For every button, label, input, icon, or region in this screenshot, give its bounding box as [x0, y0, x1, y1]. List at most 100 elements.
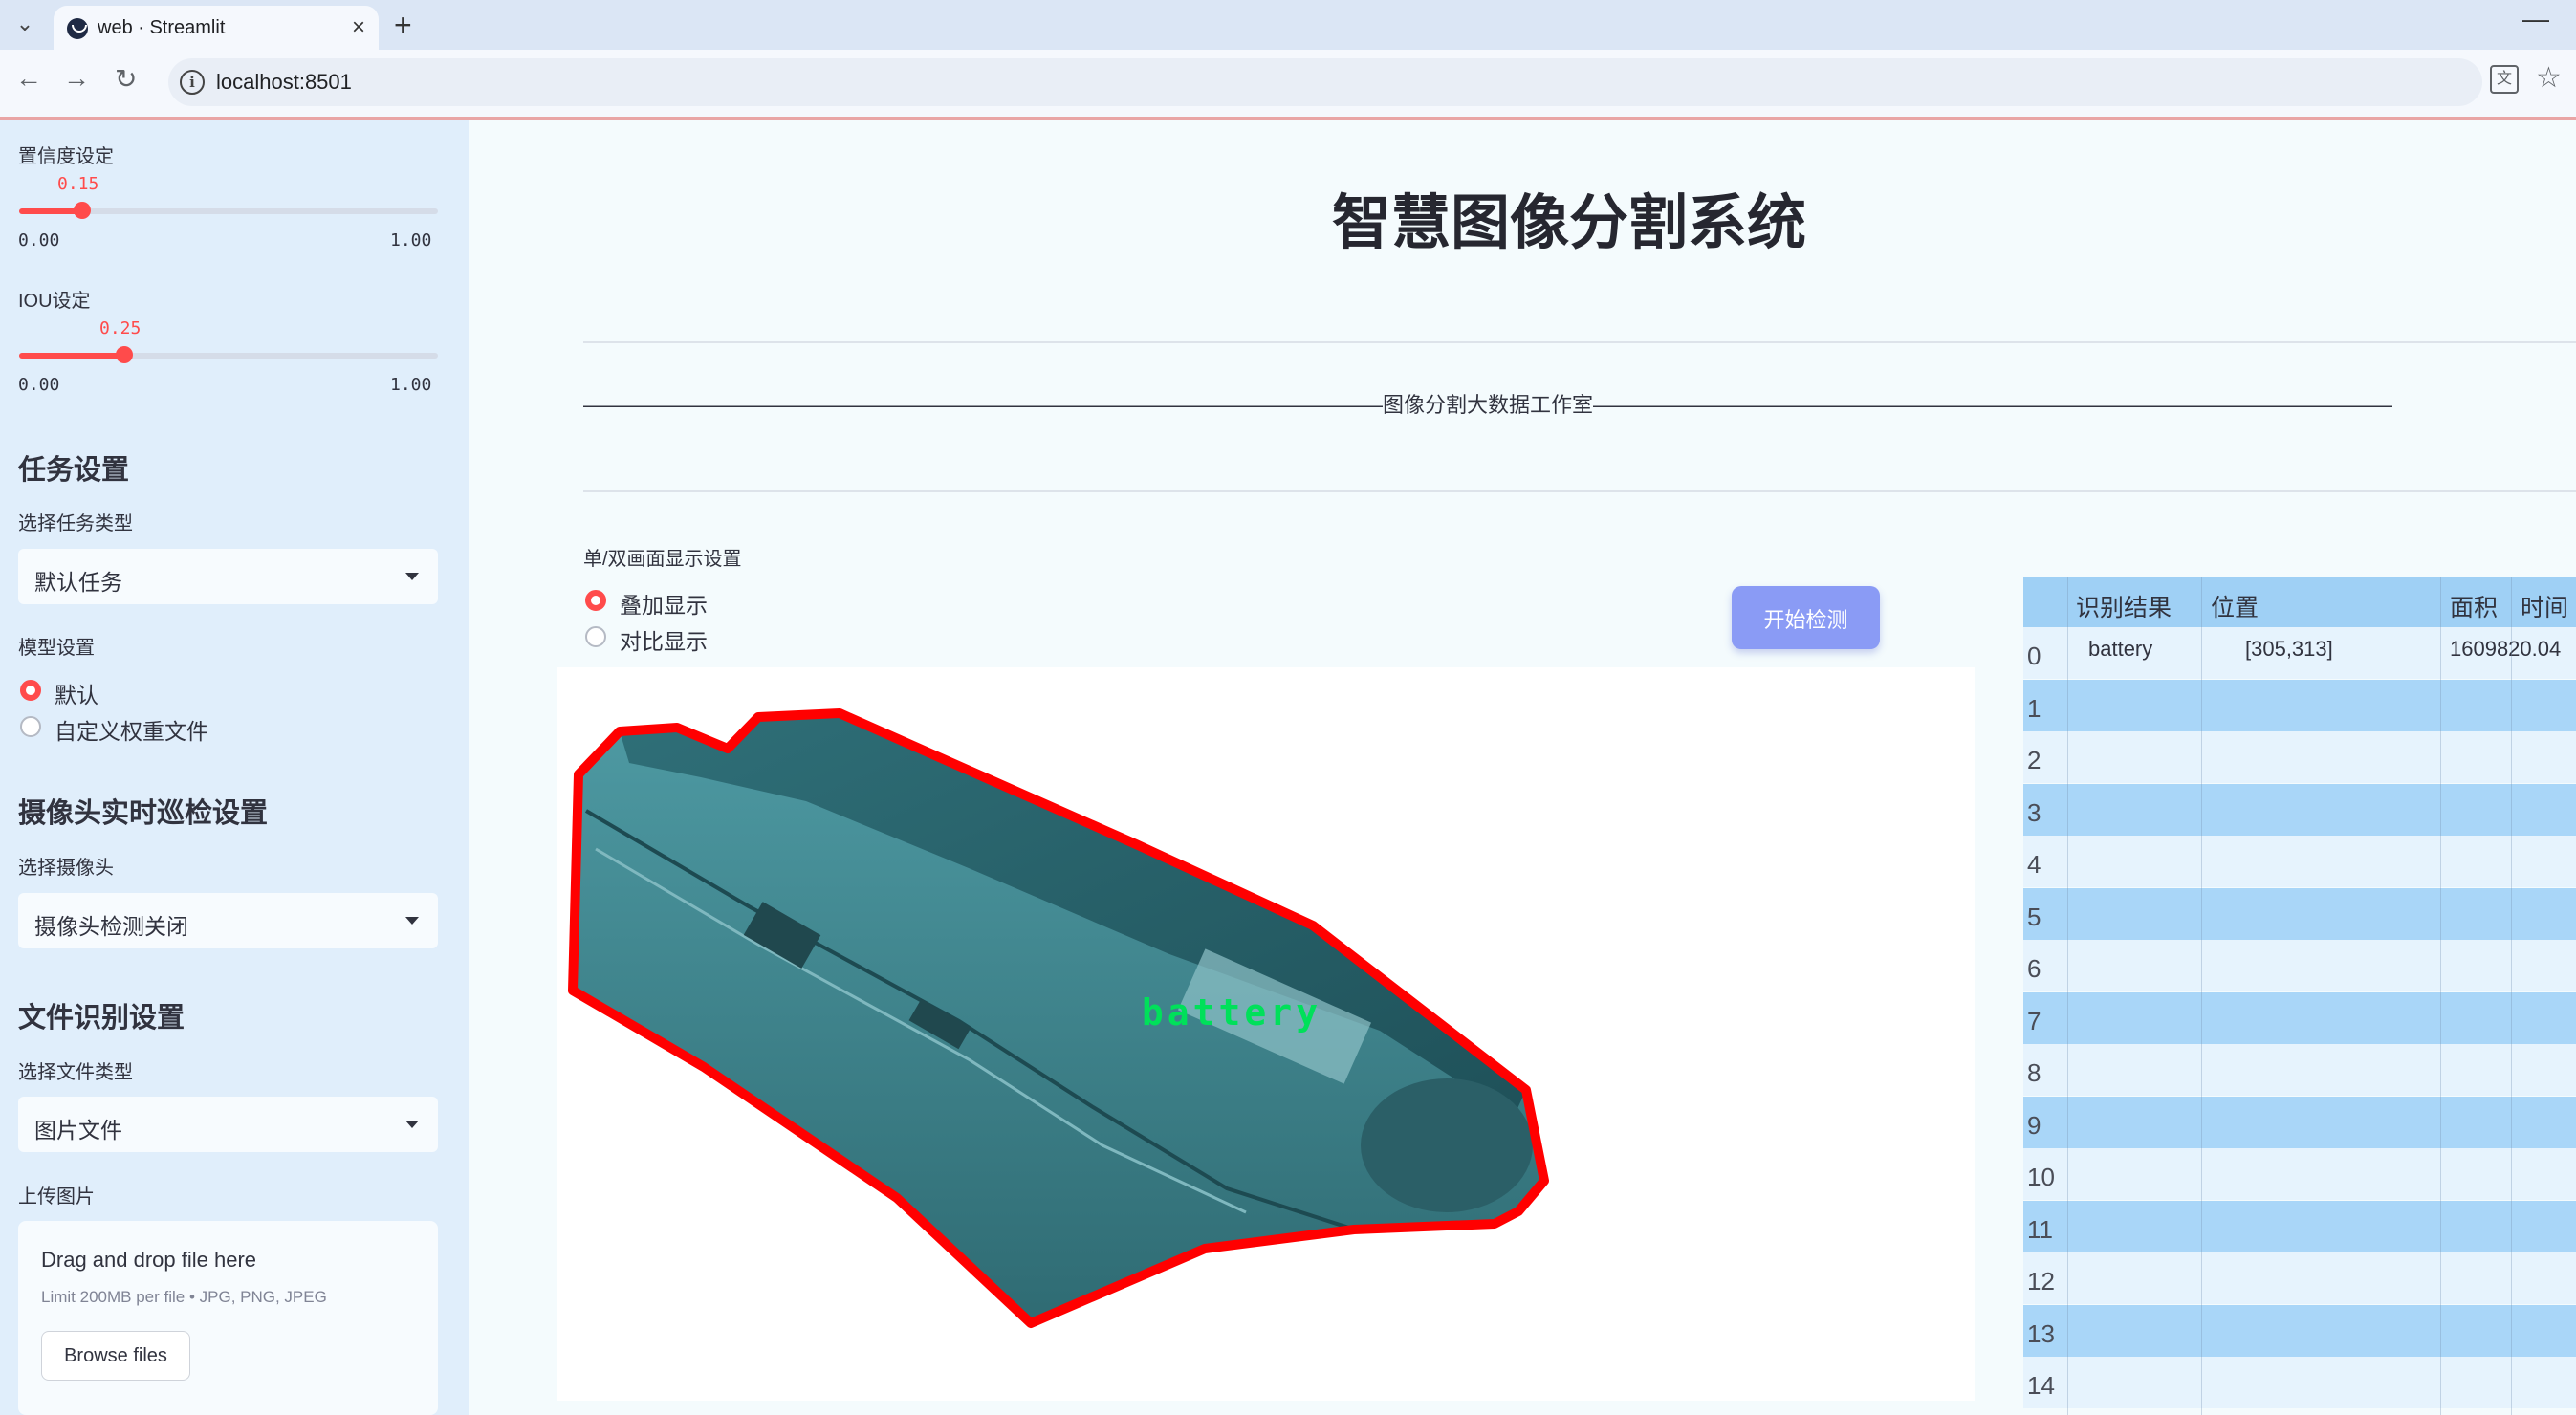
- browser-tab[interactable]: web · Streamlit ×: [54, 6, 379, 50]
- table-row[interactable]: 0 battery [305,313] 1609820.04: [2023, 627, 2576, 679]
- page-title: 智慧图像分割系统: [1332, 190, 1807, 256]
- detection-label: battery: [1142, 991, 1321, 1034]
- display-option-label: 对比显示: [620, 629, 708, 654]
- confidence-slider[interactable]: [19, 202, 438, 219]
- divider: [583, 341, 2576, 343]
- confidence-value: 0.15: [57, 174, 99, 194]
- translate-icon[interactable]: 文: [2490, 65, 2519, 94]
- radio-selected-icon: [20, 680, 41, 701]
- table-row[interactable]: 4: [2023, 836, 2576, 887]
- reload-icon[interactable]: ↻: [115, 63, 137, 95]
- camera-section-header: 摄像头实时巡检设置: [18, 798, 269, 829]
- iou-slider-thumb[interactable]: [115, 346, 133, 363]
- row-index: 1: [2027, 693, 2041, 723]
- row-index: 12: [2027, 1267, 2055, 1295]
- tab-search-chevron-icon[interactable]: ⌄: [10, 10, 40, 40]
- confidence-label: 置信度设定: [18, 146, 114, 167]
- table-row[interactable]: 3: [2023, 783, 2576, 836]
- task-type-selected: 默认任务: [34, 570, 122, 595]
- row-index: 3: [2027, 797, 2041, 827]
- table-row[interactable]: 10: [2023, 1148, 2576, 1200]
- column-header[interactable]: 位置: [2211, 589, 2259, 623]
- row-index: 5: [2027, 902, 2041, 931]
- battery-segmentation-image: battery: [568, 708, 1549, 1328]
- table-row[interactable]: 7: [2023, 991, 2576, 1044]
- display-setting-label: 单/双画面显示设置: [583, 549, 742, 570]
- table-row[interactable]: 1: [2023, 679, 2576, 731]
- start-detection-label: 开始检测: [1763, 608, 1848, 632]
- chevron-down-icon: [405, 917, 419, 925]
- row-index: 10: [2027, 1163, 2055, 1191]
- window-minimize-icon[interactable]: —: [2522, 4, 2549, 34]
- table-row[interactable]: 12: [2023, 1252, 2576, 1304]
- iou-max: 1.00: [390, 375, 432, 395]
- table-row[interactable]: 11: [2023, 1200, 2576, 1252]
- iou-slider[interactable]: [19, 346, 438, 363]
- chevron-down-icon: [405, 573, 419, 580]
- results-table[interactable]: 识别结果 位置 面积 时间 0 battery [305,313] 1609820.0…: [2023, 577, 2576, 1415]
- back-arrow-icon[interactable]: ←: [15, 63, 42, 94]
- camera-select[interactable]: 摄像头检测关闭: [18, 893, 438, 948]
- display-option-label: 叠加显示: [620, 593, 708, 618]
- file-dropzone[interactable]: Drag and drop file here Limit 200MB per …: [18, 1221, 438, 1415]
- row-index: 14: [2027, 1371, 2055, 1400]
- camera-selected: 摄像头检测关闭: [34, 914, 188, 939]
- column-header[interactable]: 时间: [2521, 589, 2568, 623]
- file-section-header: 文件识别设置: [18, 1003, 186, 1034]
- table-row[interactable]: 13: [2023, 1304, 2576, 1357]
- tab-close-icon[interactable]: ×: [352, 14, 365, 41]
- table-row[interactable]: 14: [2023, 1357, 2576, 1408]
- detection-image-canvas: battery: [557, 667, 1975, 1401]
- new-tab-icon[interactable]: +: [394, 8, 412, 43]
- row-index: 9: [2027, 1110, 2041, 1140]
- forward-arrow-icon[interactable]: →: [63, 63, 90, 94]
- iou-label: IOU设定: [18, 291, 91, 312]
- radio-unselected-icon: [20, 716, 41, 737]
- battery-end-cap: [1361, 1078, 1533, 1212]
- divider: [583, 490, 2576, 492]
- dropzone-title: Drag and drop file here: [41, 1248, 257, 1272]
- streamlit-favicon-icon: [67, 18, 88, 39]
- column-divider: [2067, 577, 2068, 1415]
- iou-value: 0.25: [99, 318, 142, 338]
- column-divider: [2440, 577, 2441, 1415]
- site-info-icon[interactable]: i: [180, 70, 205, 95]
- address-bar[interactable]: i localhost:8501: [168, 58, 2482, 106]
- dropzone-limit: Limit 200MB per file • JPG, PNG, JPEG: [41, 1288, 327, 1306]
- file-type-select[interactable]: 图片文件: [18, 1097, 438, 1152]
- table-row[interactable]: 8: [2023, 1044, 2576, 1096]
- url-text[interactable]: localhost:8501: [216, 70, 352, 95]
- browse-files-button[interactable]: Browse files: [41, 1331, 190, 1381]
- start-detection-button[interactable]: 开始检测: [1732, 586, 1880, 649]
- browser-tab-bar: ⌄ web · Streamlit × + —: [0, 0, 2576, 50]
- cell-position: [305,313]: [2245, 637, 2333, 661]
- radio-selected-icon: [585, 590, 606, 611]
- model-option-label: 默认: [55, 683, 98, 708]
- row-index: 13: [2027, 1318, 2055, 1348]
- column-header[interactable]: 识别结果: [2076, 589, 2172, 623]
- confidence-slider-thumb[interactable]: [73, 202, 91, 219]
- row-index: 7: [2027, 1006, 2041, 1035]
- table-row[interactable]: 2: [2023, 731, 2576, 783]
- confidence-max: 1.00: [390, 230, 432, 250]
- confidence-min: 0.00: [18, 230, 60, 250]
- browser-toolbar: ← → ↻ i localhost:8501 文 ☆: [0, 50, 2576, 120]
- column-divider: [2511, 577, 2512, 1415]
- iou-slider-fill: [19, 353, 124, 359]
- task-select-label: 选择任务类型: [18, 513, 133, 534]
- row-index: 4: [2027, 850, 2041, 879]
- bookmark-star-icon[interactable]: ☆: [2536, 61, 2562, 95]
- file-select-label: 选择文件类型: [18, 1062, 133, 1083]
- radio-unselected-icon: [585, 626, 606, 647]
- column-divider: [2201, 577, 2202, 1415]
- table-row[interactable]: 6: [2023, 940, 2576, 991]
- table-row[interactable]: 9: [2023, 1096, 2576, 1148]
- column-header[interactable]: 面积: [2450, 589, 2498, 623]
- file-type-selected: 图片文件: [34, 1118, 122, 1143]
- model-section-label: 模型设置: [18, 638, 95, 659]
- row-index: 11: [2027, 1214, 2053, 1244]
- task-type-select[interactable]: 默认任务: [18, 549, 438, 604]
- cell-result: battery: [2088, 637, 2153, 661]
- table-row[interactable]: 5: [2023, 887, 2576, 940]
- row-index: 8: [2027, 1058, 2041, 1087]
